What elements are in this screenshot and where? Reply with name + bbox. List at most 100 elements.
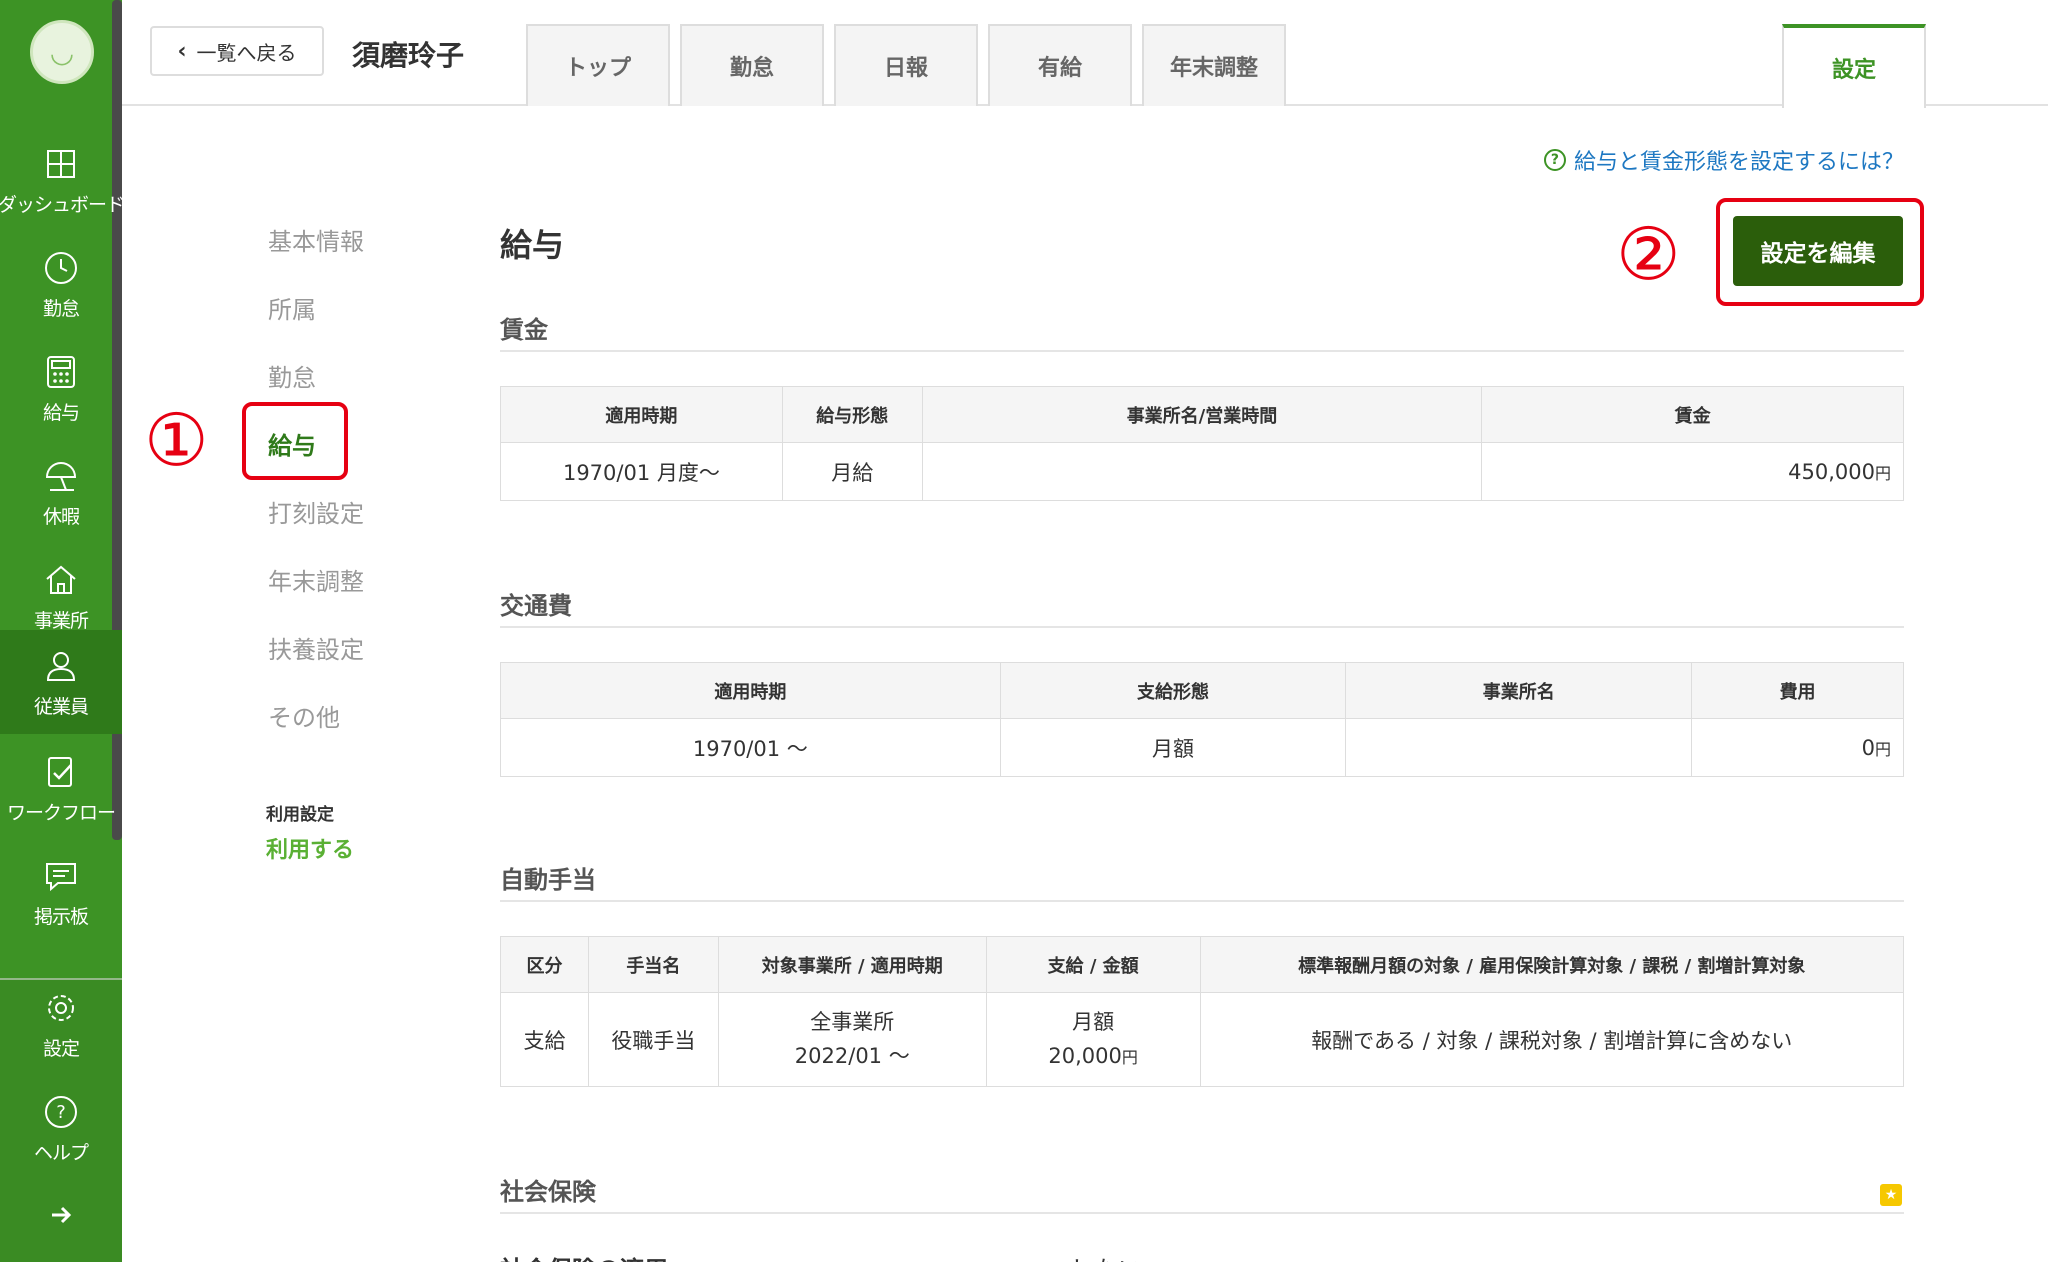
- help-icon: ?: [41, 1092, 81, 1132]
- column-header: 賃金: [1481, 386, 1904, 443]
- annotation-number-two: ②: [1616, 212, 1681, 296]
- svg-text:?: ?: [56, 1102, 66, 1123]
- table-row: 支給 役職手当 全事業所 2022/01 〜 月額 20,000円 報酬である …: [500, 992, 1905, 1087]
- transport-amount: 0: [1861, 735, 1875, 760]
- allowance-office-period-cell: 全事業所 2022/01 〜: [717, 992, 987, 1087]
- table-row: 1970/01 月度〜 月給 450,000円: [500, 442, 1904, 501]
- section-title-allowance: 自動手当: [500, 866, 596, 894]
- nav-settings[interactable]: 設定: [0, 972, 122, 1076]
- help-link[interactable]: ? 給与と賃金形態を設定するには？: [1543, 144, 1904, 176]
- page-header: ‹ 一覧へ戻る 須磨玲子 トップ 勤怠 日報 有給 年末調整 設定: [122, 0, 2048, 108]
- nav-workflow[interactable]: ワークフロー: [0, 736, 122, 840]
- subnav-attendance[interactable]: 勤怠: [268, 358, 316, 393]
- section-rule: [500, 1212, 1904, 1214]
- column-header: 事業所名: [1345, 662, 1693, 719]
- allowance-amount-line: 20,000円: [987, 1040, 1200, 1074]
- allowance-name: 役職手当: [587, 992, 719, 1087]
- column-header: 適用時期: [500, 662, 1001, 719]
- tab-paid-leave[interactable]: 有給: [988, 24, 1132, 106]
- wage-table: 適用時期 給与形態 事業所名/営業時間 賃金 1970/01 月度〜 月給 45…: [500, 386, 1904, 501]
- allowance-period: 2022/01 〜: [794, 1043, 910, 1068]
- column-header: 費用: [1691, 662, 1904, 719]
- transport-office: [1345, 718, 1693, 777]
- subnav-affiliation[interactable]: 所属: [268, 290, 316, 325]
- calculator-icon: [41, 352, 81, 392]
- subnav-dependents[interactable]: 扶養設定: [268, 630, 364, 665]
- chat-icon: [41, 856, 81, 896]
- section-rule: [500, 350, 1904, 352]
- chevron-left-icon: ‹: [177, 38, 187, 64]
- allowance-flags: 報酬である / 対象 / 課税対象 / 割増計算に含めない: [1199, 992, 1905, 1087]
- subnav-basic-info[interactable]: 基本情報: [268, 222, 364, 257]
- wage-type: 月給: [781, 442, 923, 501]
- table-header-row: 区分 手当名 対象事業所 / 適用時期 支給 / 金額 標準報酬月額の対象 / …: [500, 936, 1905, 993]
- nav-employees[interactable]: 従業員: [0, 630, 122, 734]
- app-sidebar: ◡ ダッシュボード 勤怠 給与 休暇 事業所 従業員 ワークフロー 掲示板 設定…: [0, 0, 125, 1262]
- transport-table: 適用時期 支給形態 事業所名 費用 1970/01 〜 月額 0円: [500, 662, 1904, 777]
- tab-top[interactable]: トップ: [526, 24, 670, 106]
- pin-icon[interactable]: ★: [1880, 1184, 1902, 1206]
- allowance-office: 全事業所: [810, 1009, 895, 1034]
- transport-period: 1970/01 〜: [500, 718, 1001, 777]
- annotation-box-payroll: [242, 402, 348, 480]
- column-header: 対象事業所 / 適用時期: [717, 936, 987, 993]
- back-to-list-button[interactable]: ‹ 一覧へ戻る: [150, 26, 324, 76]
- tab-attendance[interactable]: 勤怠: [680, 24, 824, 106]
- arrow-right-icon: [41, 1195, 81, 1235]
- employee-name: 須磨玲子: [352, 39, 465, 72]
- yen-unit: 円: [1874, 463, 1891, 483]
- allowance-pay-type: 月額: [1072, 1009, 1115, 1034]
- nav-help[interactable]: ? ヘルプ: [0, 1076, 122, 1180]
- sidebar-expand-button[interactable]: [0, 1180, 122, 1250]
- column-header: 支給 / 金額: [985, 936, 1201, 993]
- nav-payroll[interactable]: 給与: [0, 336, 122, 440]
- tab-settings[interactable]: 設定: [1782, 24, 1926, 108]
- column-header: 区分: [500, 936, 589, 993]
- gear-icon: [41, 988, 81, 1028]
- smile-logo-icon: ◡: [49, 35, 75, 69]
- usage-setting-label: 利用設定: [266, 805, 334, 825]
- transport-type: 月額: [999, 718, 1347, 777]
- nav-leave[interactable]: 休暇: [0, 440, 122, 544]
- nav-attendance[interactable]: 勤怠: [0, 232, 122, 336]
- column-header: 適用時期: [500, 386, 783, 443]
- checklist-icon: [41, 752, 81, 792]
- dashboard-icon: [41, 144, 81, 184]
- subnav-year-end[interactable]: 年末調整: [268, 562, 364, 597]
- column-header: 給与形態: [781, 386, 923, 443]
- home-icon: [41, 560, 81, 600]
- question-icon: ?: [1543, 149, 1566, 171]
- section-rule: [500, 626, 1904, 628]
- subnav-other[interactable]: その他: [268, 698, 340, 733]
- social-insurance-label: 社会保険の適用: [500, 1250, 668, 1262]
- clock-icon: [41, 248, 81, 288]
- transport-amount-cell: 0円: [1691, 718, 1904, 777]
- nav-board[interactable]: 掲示板: [0, 840, 122, 944]
- section-title-social: 社会保険: [500, 1178, 596, 1206]
- wage-period: 1970/01 月度〜: [500, 442, 783, 501]
- section-title-transport: 交通費: [500, 592, 572, 620]
- allowance-category: 支給: [500, 992, 589, 1087]
- page-title: 給与: [500, 226, 565, 264]
- wage-office: [921, 442, 1483, 501]
- table-row: 1970/01 〜 月額 0円: [500, 718, 1904, 777]
- column-header: 標準報酬月額の対象 / 雇用保険計算対象 / 課税 / 割増計算対象: [1199, 936, 1905, 993]
- app-logo[interactable]: ◡: [30, 20, 94, 84]
- table-header-row: 適用時期 給与形態 事業所名/営業時間 賃金: [500, 386, 1904, 443]
- yen-unit: 円: [1121, 1047, 1138, 1067]
- person-icon: [41, 646, 81, 686]
- column-header: 支給形態: [999, 662, 1347, 719]
- allowance-pay-cell: 月額 20,000円: [985, 992, 1201, 1087]
- edit-settings-button[interactable]: 設定を編集: [1733, 216, 1903, 286]
- yen-unit: 円: [1874, 739, 1891, 759]
- subnav-punch-settings[interactable]: 打刻設定: [268, 494, 364, 529]
- social-insurance-value: しない: [1070, 1250, 1142, 1262]
- section-rule: [500, 900, 1904, 902]
- tab-daily-report[interactable]: 日報: [834, 24, 978, 106]
- tab-year-end[interactable]: 年末調整: [1142, 24, 1286, 106]
- usage-setting-value: 利用する: [266, 838, 355, 863]
- column-header: 事業所名/営業時間: [921, 386, 1483, 443]
- table-header-row: 適用時期 支給形態 事業所名 費用: [500, 662, 1904, 719]
- section-title-wage: 賃金: [500, 316, 548, 344]
- nav-dashboard[interactable]: ダッシュボード: [0, 128, 125, 232]
